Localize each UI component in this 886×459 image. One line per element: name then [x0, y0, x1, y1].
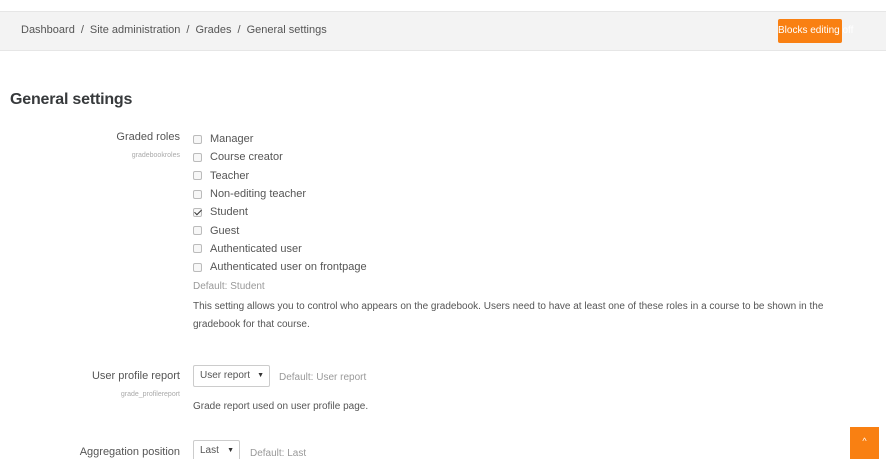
role-student[interactable]: Student [193, 203, 367, 221]
breadcrumb-dashboard[interactable]: Dashboard [21, 24, 75, 36]
graded-roles-default: Default: Student [193, 281, 265, 292]
page: Dashboard / Site administration / Grades / Gen… [0, 0, 886, 459]
caret-down-icon: ▼ [227, 447, 234, 454]
breadcrumb-separator: / [186, 24, 190, 36]
role-label: Teacher [210, 169, 250, 182]
breadcrumb: Dashboard / Site administration / Grades / Gen… [21, 24, 327, 36]
role-label: Course creator [210, 151, 283, 164]
graded-roles-description: This setting allows you to control who a… [193, 301, 824, 330]
role-label: Manager [210, 133, 254, 146]
caret-down-icon: ▼ [257, 372, 264, 379]
select-value: User report [200, 370, 251, 381]
role-label: Guest [210, 224, 240, 237]
user-profile-report-default: Default: User report [279, 372, 367, 383]
user-profile-report-select[interactable]: User report ▼ [193, 365, 270, 387]
role-label: Authenticated user on frontpage [210, 261, 367, 274]
graded-roles-list: Manager Course creator Teacher Non-editi… [193, 130, 367, 276]
blocks-editing-button[interactable]: Blocks editing off [778, 19, 853, 43]
role-teacher[interactable]: Teacher [193, 167, 367, 185]
checkbox-course-creator[interactable] [193, 152, 202, 162]
graded-roles-id: gradebookroles [131, 152, 180, 159]
role-label: Authenticated user [210, 242, 302, 255]
role-authenticated-user-frontpage[interactable]: Authenticated user on frontpage [193, 258, 367, 276]
select-value: Last [200, 445, 219, 456]
role-label: Student [210, 206, 248, 219]
graded-roles-label: Graded roles [116, 131, 180, 143]
navbar: Dashboard / Site administration / Grades / Gen… [0, 11, 886, 51]
checkbox-authenticated-user-frontpage[interactable] [193, 262, 202, 272]
role-label: Non-editing teacher [210, 188, 307, 201]
breadcrumb-separator: / [237, 24, 241, 36]
chevron-up-icon: ^ [862, 436, 867, 446]
page-title: General settings [10, 91, 133, 108]
breadcrumb-separator: / [80, 24, 84, 36]
scroll-top-button[interactable]: ^ [850, 427, 879, 459]
user-profile-report-label: User profile report [91, 370, 180, 382]
breadcrumb-site-administration[interactable]: Site administration [90, 24, 181, 36]
checkbox-guest[interactable] [193, 226, 202, 236]
user-profile-report-id: grade_profilereport [120, 391, 180, 398]
breadcrumb-grades[interactable]: Grades [195, 24, 231, 36]
checkbox-student[interactable] [193, 207, 202, 217]
checkbox-manager[interactable] [193, 134, 202, 144]
checkbox-teacher[interactable] [193, 171, 202, 181]
role-non-editing-teacher[interactable]: Non-editing teacher [193, 185, 367, 203]
breadcrumb-general-settings[interactable]: General settings [247, 24, 327, 36]
aggregation-position-default: Default: Last [250, 448, 307, 459]
aggregation-position-select[interactable]: Last ▼ [193, 440, 240, 459]
user-profile-report-description: Grade report used on user profile page. [193, 401, 369, 412]
checkbox-authenticated-user[interactable] [193, 244, 202, 254]
role-guest[interactable]: Guest [193, 221, 367, 239]
checkbox-non-editing-teacher[interactable] [193, 189, 202, 199]
role-authenticated-user[interactable]: Authenticated user [193, 240, 367, 258]
role-course-creator[interactable]: Course creator [193, 148, 367, 166]
role-manager[interactable]: Manager [193, 130, 367, 148]
aggregation-position-label: Aggregation position [79, 446, 180, 458]
